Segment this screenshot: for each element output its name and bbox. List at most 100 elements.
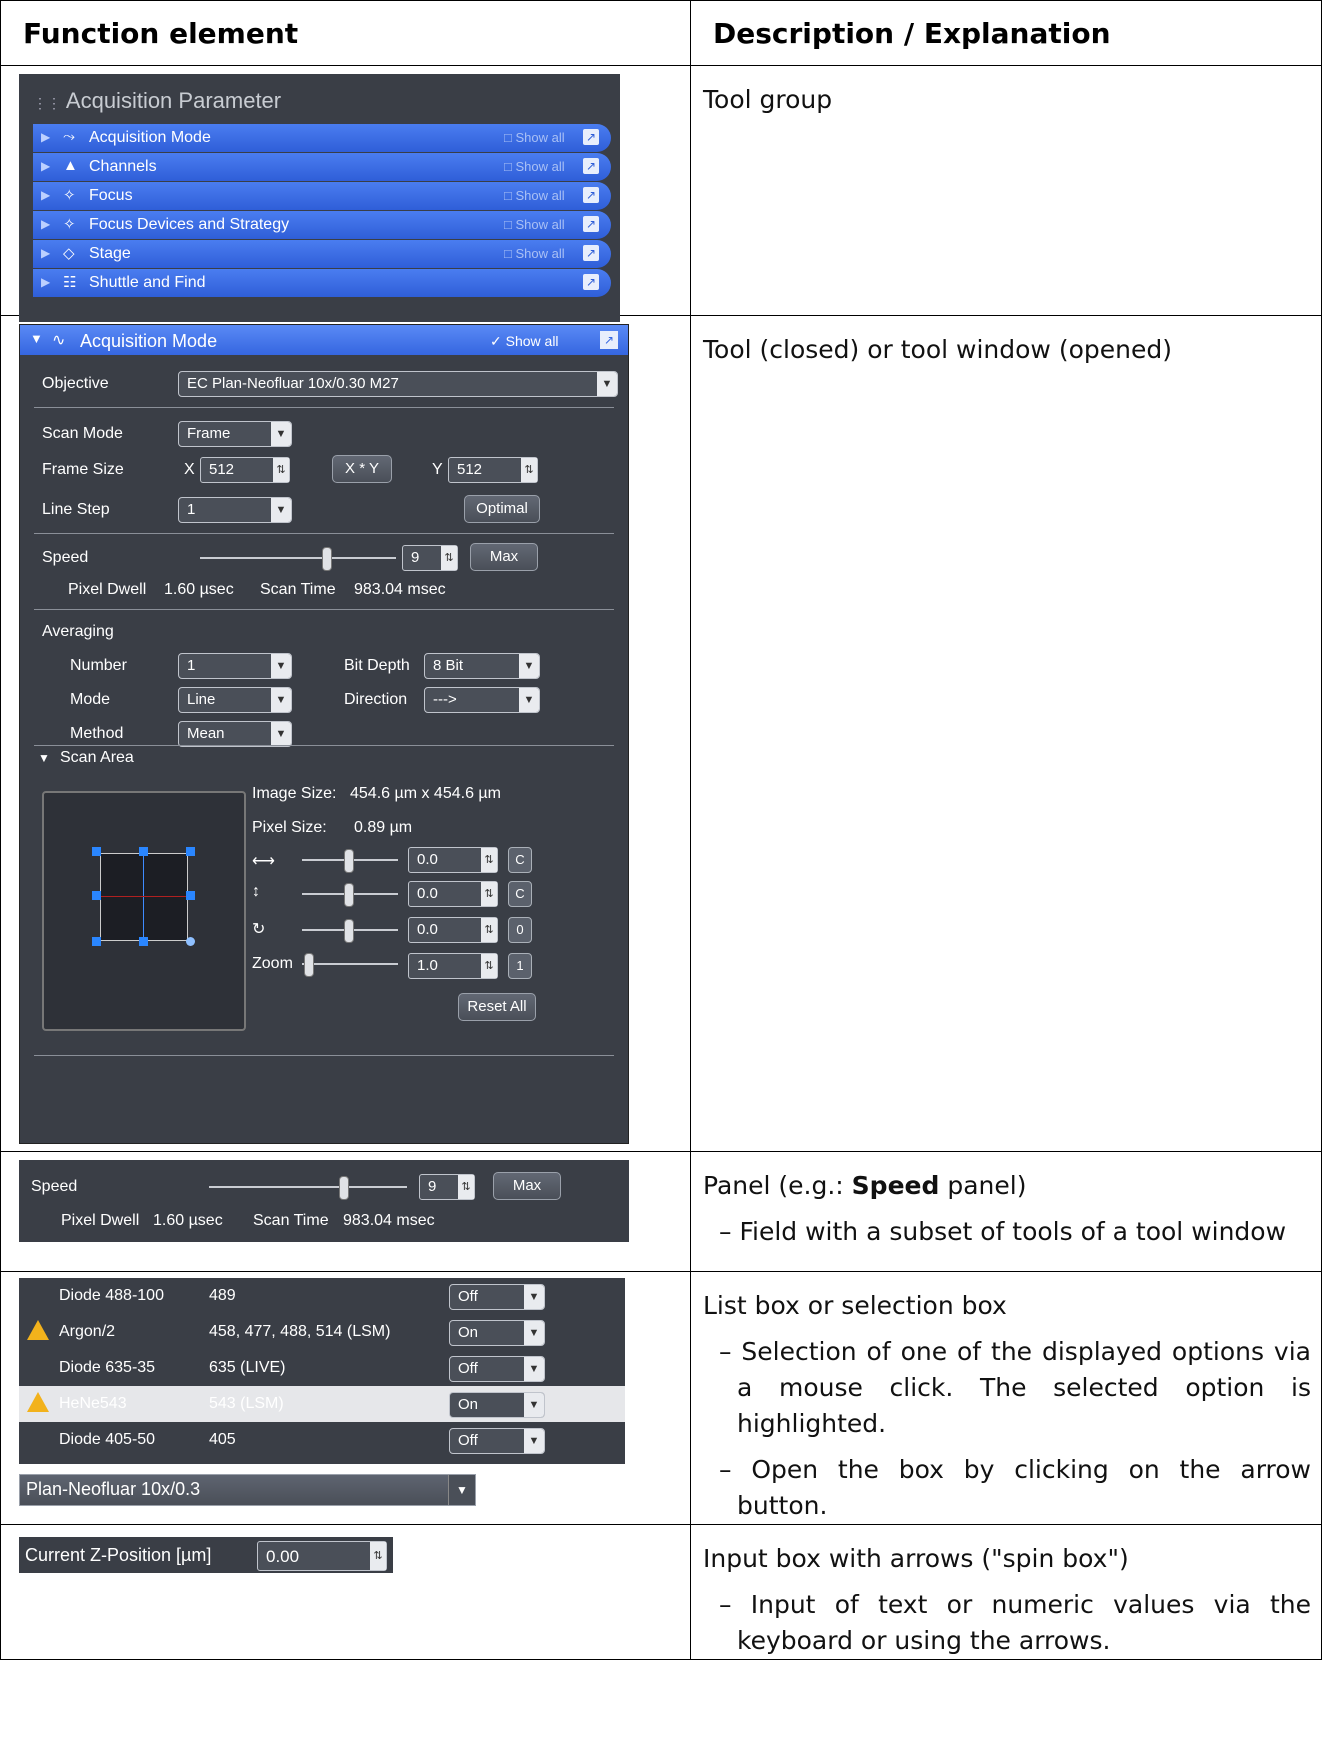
stage-icon: ◇ bbox=[63, 245, 75, 262]
list-item[interactable]: Diode 405-50 405 Off ▼ bbox=[19, 1422, 625, 1458]
show-all-checkbox[interactable]: □ Show all bbox=[504, 130, 565, 145]
rotation-spin[interactable]: 0.0 ⇅ bbox=[408, 917, 498, 943]
show-all-checkbox[interactable]: □ Show all bbox=[504, 159, 565, 174]
state-dropdown[interactable]: Off ▼ bbox=[449, 1284, 545, 1310]
scan-mode-dropdown[interactable]: Frame ▼ bbox=[178, 421, 292, 447]
zoom-spin[interactable]: 1.0 ⇅ bbox=[408, 953, 498, 979]
undock-icon[interactable]: ↗ bbox=[583, 187, 599, 203]
chevron-down-icon[interactable]: ▼ bbox=[448, 1475, 475, 1505]
center-y-button[interactable]: C bbox=[508, 881, 532, 907]
direction-dropdown[interactable]: ---> ▼ bbox=[424, 687, 540, 713]
laser-list-box: Diode 488-100 489 Off ▼ Argon/2 458, 477, 4… bbox=[19, 1278, 625, 1464]
list-item[interactable]: Diode 488-100 489 Off ▼ bbox=[19, 1278, 625, 1314]
divider bbox=[34, 1055, 614, 1056]
list-item[interactable]: Diode 635-35 635 (LIVE) Off ▼ bbox=[19, 1350, 625, 1386]
speed-spin[interactable]: 9 ⇅ bbox=[402, 545, 458, 571]
mode-label: Mode bbox=[70, 691, 111, 708]
tool-shuttle-and-find[interactable]: ▶ ☷ Shuttle and Find ↗ bbox=[33, 269, 611, 297]
show-all-checkbox[interactable]: □ Show all bbox=[504, 217, 565, 232]
offset-x-spin[interactable]: 0.0 ⇅ bbox=[408, 847, 498, 873]
focus-icon: ✧ bbox=[63, 187, 76, 204]
objective-dropdown[interactable]: EC Plan-Neofluar 10x/0.30 M27 ▼ bbox=[178, 371, 618, 397]
state-dropdown[interactable]: Off ▼ bbox=[449, 1428, 545, 1454]
slider-handle[interactable] bbox=[344, 883, 354, 907]
line-step-dropdown[interactable]: 1 ▼ bbox=[178, 497, 292, 523]
expand-arrow-icon[interactable]: ▶ bbox=[41, 246, 50, 260]
zoom-slider[interactable] bbox=[302, 963, 398, 965]
reset-all-button[interactable]: Reset All bbox=[458, 993, 536, 1021]
max-button[interactable]: Max bbox=[470, 543, 538, 571]
resize-handle[interactable] bbox=[92, 847, 101, 856]
list-item-selected[interactable]: HeNe543 543 (LSM) On ▼ bbox=[19, 1386, 625, 1422]
resize-handle[interactable] bbox=[139, 937, 148, 946]
tool-window: ▼ ∿ Acquisition Mode ✓ Show all ↗ Object… bbox=[19, 324, 629, 1144]
show-all-checkbox[interactable]: □ Show all bbox=[504, 188, 565, 203]
method-dropdown[interactable]: Mean ▼ bbox=[178, 721, 292, 747]
state-dropdown[interactable]: Off ▼ bbox=[449, 1356, 545, 1382]
image-size-label: Image Size: bbox=[252, 785, 337, 802]
state-dropdown[interactable]: On ▼ bbox=[449, 1320, 545, 1346]
speed-slider[interactable] bbox=[200, 557, 396, 559]
max-button[interactable]: Max bbox=[493, 1172, 561, 1200]
speed-slider-handle[interactable] bbox=[322, 547, 332, 571]
undock-icon[interactable]: ↗ bbox=[600, 331, 618, 349]
collapse-arrow-icon[interactable]: ▼ bbox=[38, 751, 50, 765]
show-all-toggle[interactable]: ✓ Show all bbox=[490, 333, 559, 350]
state-dropdown[interactable]: On ▼ bbox=[449, 1392, 545, 1418]
mode-dropdown[interactable]: Line ▼ bbox=[178, 687, 292, 713]
optimal-button[interactable]: Optimal bbox=[464, 495, 540, 523]
center-x-button[interactable]: C bbox=[508, 847, 532, 873]
scan-region[interactable] bbox=[100, 853, 188, 941]
list-item[interactable]: Argon/2 458, 477, 488, 514 (LSM) On ▼ bbox=[19, 1314, 625, 1350]
slider-handle[interactable] bbox=[344, 849, 354, 873]
show-all-checkbox[interactable]: □ Show all bbox=[504, 246, 565, 261]
tool-channels[interactable]: ▶ ▲ Channels □ Show all ↗ bbox=[33, 153, 611, 181]
undock-icon[interactable]: ↗ bbox=[583, 245, 599, 261]
spin-arrows-icon: ⇅ bbox=[481, 918, 497, 942]
tool-focus-devices[interactable]: ▶ ✧ Focus Devices and Strategy □ Show all ↗ bbox=[33, 211, 611, 239]
resize-handle[interactable] bbox=[92, 891, 101, 900]
expand-arrow-icon[interactable]: ▶ bbox=[41, 188, 50, 202]
slider-handle[interactable] bbox=[344, 919, 354, 943]
speed-spin[interactable]: 9 ⇅ bbox=[419, 1174, 475, 1200]
undock-icon[interactable]: ↗ bbox=[583, 158, 599, 174]
undock-icon[interactable]: ↗ bbox=[583, 274, 599, 290]
number-dropdown[interactable]: 1 ▼ bbox=[178, 653, 292, 679]
expand-arrow-icon[interactable]: ▶ bbox=[41, 159, 50, 173]
tool-window-header[interactable]: ▼ ∿ Acquisition Mode ✓ Show all ↗ bbox=[20, 325, 628, 355]
scan-area-canvas[interactable] bbox=[42, 791, 246, 1031]
xy-button[interactable]: X * Y bbox=[332, 455, 392, 483]
tool-stage[interactable]: ▶ ◇ Stage □ Show all ↗ bbox=[33, 240, 611, 268]
tool-acquisition-mode[interactable]: ▶ ⤳ Acquisition Mode □ Show all ↗ bbox=[33, 124, 611, 152]
rotate-handle[interactable] bbox=[186, 937, 195, 946]
bit-depth-dropdown[interactable]: 8 Bit ▼ bbox=[424, 653, 540, 679]
objective-combo-box[interactable]: Plan-Neofluar 10x/0.3 ▼ bbox=[19, 1474, 476, 1506]
wave-icon: ∿ bbox=[52, 332, 66, 349]
z-position-input[interactable]: 0.00 ⇅ bbox=[257, 1541, 387, 1571]
resize-handle[interactable] bbox=[92, 937, 101, 946]
offset-y-spin[interactable]: 0.0 ⇅ bbox=[408, 881, 498, 907]
slider-handle[interactable] bbox=[304, 953, 314, 977]
chevron-down-icon: ▼ bbox=[524, 1285, 544, 1309]
tool-focus[interactable]: ▶ ✧ Focus □ Show all ↗ bbox=[33, 182, 611, 210]
resize-handle[interactable] bbox=[186, 847, 195, 856]
pixel-dwell-value: 1.60 µsec bbox=[153, 1212, 223, 1229]
desc-spin-box: Input box with arrows ("spin box") – Inp… bbox=[690, 1524, 1322, 1660]
speed-slider[interactable] bbox=[209, 1186, 407, 1188]
expand-arrow-icon[interactable]: ▶ bbox=[41, 130, 50, 144]
reset-rotation-button[interactable]: 0 bbox=[508, 917, 532, 943]
collapse-arrow-icon[interactable]: ▼ bbox=[30, 331, 43, 346]
tool-group-title: ⋮⋮ Acquisition Parameter bbox=[33, 88, 282, 113]
speed-slider-handle[interactable] bbox=[339, 1176, 349, 1200]
frame-y-spin[interactable]: 512 ⇅ bbox=[448, 457, 538, 483]
frame-x-spin[interactable]: 512 ⇅ bbox=[200, 457, 290, 483]
expand-arrow-icon[interactable]: ▶ bbox=[41, 275, 50, 289]
resize-handle[interactable] bbox=[139, 847, 148, 856]
undock-icon[interactable]: ↗ bbox=[583, 216, 599, 232]
chevron-down-icon: ▼ bbox=[524, 1429, 544, 1453]
expand-arrow-icon[interactable]: ▶ bbox=[41, 217, 50, 231]
resize-handle[interactable] bbox=[186, 891, 195, 900]
divider bbox=[34, 533, 614, 534]
undock-icon[interactable]: ↗ bbox=[583, 129, 599, 145]
reset-zoom-button[interactable]: 1 bbox=[508, 953, 532, 979]
